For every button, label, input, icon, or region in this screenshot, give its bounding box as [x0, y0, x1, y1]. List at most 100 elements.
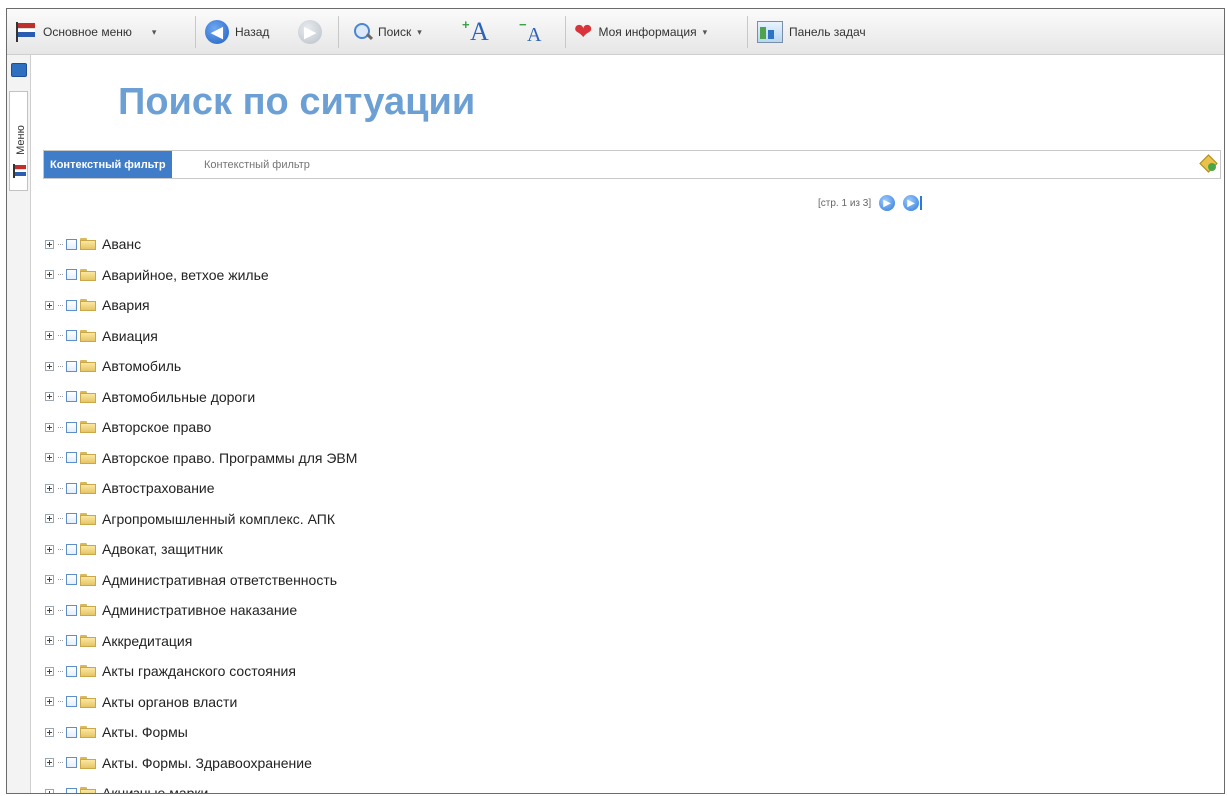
plus-box-icon[interactable] [45, 514, 54, 524]
chevron-down-icon: ▾ [151, 26, 157, 37]
tree-item-label: Административная ответственность [102, 571, 338, 588]
item-checkbox[interactable] [66, 574, 77, 586]
context-filter-label: Контекстный фильтр [44, 151, 172, 178]
tree-item[interactable]: Акты органов власти [45, 687, 357, 718]
search-label: Поиск [378, 25, 412, 39]
tree-item-label: Авиация [102, 327, 158, 344]
tree-item[interactable]: Агропромышленный комплекс. АПК [45, 504, 357, 535]
tree-item[interactable]: Авторское право [45, 412, 357, 443]
tree-item-label: Автомобиль [102, 358, 182, 375]
item-checkbox[interactable] [66, 421, 77, 433]
folder-icon [80, 390, 96, 403]
font-decrease-button[interactable]: − A [519, 9, 549, 55]
item-checkbox[interactable] [66, 665, 77, 677]
item-checkbox[interactable] [66, 696, 77, 708]
plus-box-icon[interactable] [45, 331, 54, 341]
menu-tab-label: Меню [14, 125, 27, 155]
tree-item[interactable]: Автострахование [45, 473, 357, 504]
folder-icon [80, 543, 96, 556]
plus-box-icon[interactable] [45, 422, 54, 432]
plus-box-icon[interactable] [45, 483, 54, 493]
plus-box-icon[interactable] [45, 270, 54, 280]
plus-box-icon[interactable] [45, 636, 54, 646]
next-page-icon[interactable]: ▶ [879, 195, 896, 211]
tree-item[interactable]: Аванс [45, 229, 357, 260]
panel-icon [757, 21, 783, 43]
folder-icon [80, 726, 96, 739]
sidebar-toggle-icon[interactable] [11, 63, 27, 77]
search-menu-button[interactable]: Поиск ▾ [352, 9, 422, 55]
my-info-button[interactable]: ❤ Моя информация ▾ [574, 9, 707, 55]
item-checkbox[interactable] [66, 360, 77, 372]
plus-box-icon[interactable] [45, 697, 54, 707]
folder-icon [80, 695, 96, 708]
item-checkbox[interactable] [66, 726, 77, 738]
task-panel-label: Панель задач [789, 25, 866, 39]
plus-box-icon[interactable] [45, 758, 54, 768]
task-panel-button[interactable]: Панель задач [757, 9, 866, 55]
heart-icon: ❤ [574, 19, 593, 44]
folder-icon [80, 360, 96, 373]
item-checkbox[interactable] [66, 635, 77, 647]
item-checkbox[interactable] [66, 452, 77, 464]
tree-item[interactable]: Акцизные марки [45, 778, 357, 793]
folder-icon [80, 512, 96, 525]
tree-item[interactable]: Адвокат, защитник [45, 534, 357, 565]
tree-item[interactable]: Автомобиль [45, 351, 357, 382]
plus-box-icon[interactable] [45, 727, 54, 737]
font-increase-button[interactable]: + A [462, 9, 492, 55]
tree-item[interactable]: Административная ответственность [45, 565, 357, 596]
filter-apply-icon[interactable] [1199, 154, 1218, 173]
tree-item-label: Авторское право. Программы для ЭВМ [102, 449, 358, 466]
folder-icon [80, 421, 96, 434]
menu-tab[interactable]: Меню [9, 91, 28, 191]
toolbar-divider [338, 16, 339, 48]
tree-item-label: Авария [102, 297, 150, 314]
magnifier-icon [352, 22, 374, 42]
tree-item[interactable]: Акты гражданского состояния [45, 656, 357, 687]
plus-box-icon[interactable] [45, 575, 54, 585]
item-checkbox[interactable] [66, 330, 77, 342]
tree-item[interactable]: Авиация [45, 321, 357, 352]
tree-item[interactable]: Аккредитация [45, 626, 357, 657]
tree-item[interactable]: Административное наказание [45, 595, 357, 626]
font-decrease-icon: − A [519, 17, 542, 46]
plus-box-icon[interactable] [45, 239, 54, 249]
item-checkbox[interactable] [66, 513, 77, 525]
item-checkbox[interactable] [66, 787, 77, 793]
forward-button[interactable]: ▶ [298, 9, 322, 55]
item-checkbox[interactable] [66, 604, 77, 616]
plus-box-icon[interactable] [45, 361, 54, 371]
back-button[interactable]: ◀ Назад [205, 9, 269, 55]
toolbar-divider [747, 16, 748, 48]
tree-item-label: Адвокат, защитник [102, 541, 223, 558]
tree-item[interactable]: Авторское право. Программы для ЭВМ [45, 443, 357, 474]
toolbar-divider [565, 16, 566, 48]
plus-box-icon[interactable] [45, 605, 54, 615]
main-menu-label: Основное меню [43, 25, 132, 39]
plus-box-icon[interactable] [45, 453, 54, 463]
item-checkbox[interactable] [66, 391, 77, 403]
tree-item-label: Автострахование [102, 480, 215, 497]
tree-item[interactable]: Авария [45, 290, 357, 321]
item-checkbox[interactable] [66, 757, 77, 769]
plus-box-icon[interactable] [45, 666, 54, 676]
plus-box-icon[interactable] [45, 788, 54, 793]
item-checkbox[interactable] [66, 543, 77, 555]
tree-item[interactable]: Акты. Формы [45, 717, 357, 748]
tree-item[interactable]: Автомобильные дороги [45, 382, 357, 413]
tree-item[interactable]: Аварийное, ветхое жилье [45, 260, 357, 291]
main-menu-button[interactable]: Основное меню ▾ [15, 9, 156, 55]
item-checkbox[interactable] [66, 299, 77, 311]
item-checkbox[interactable] [66, 269, 77, 281]
plus-box-icon[interactable] [45, 300, 54, 310]
context-filter-input[interactable] [204, 154, 1194, 175]
item-checkbox[interactable] [66, 482, 77, 494]
folder-icon [80, 299, 96, 312]
tree-item[interactable]: Акты. Формы. Здравоохранение [45, 748, 357, 779]
plus-box-icon[interactable] [45, 544, 54, 554]
tree-item-label: Автомобильные дороги [102, 388, 256, 405]
item-checkbox[interactable] [66, 238, 77, 250]
last-page-icon[interactable]: ▶ [903, 195, 923, 211]
plus-box-icon[interactable] [45, 392, 54, 402]
